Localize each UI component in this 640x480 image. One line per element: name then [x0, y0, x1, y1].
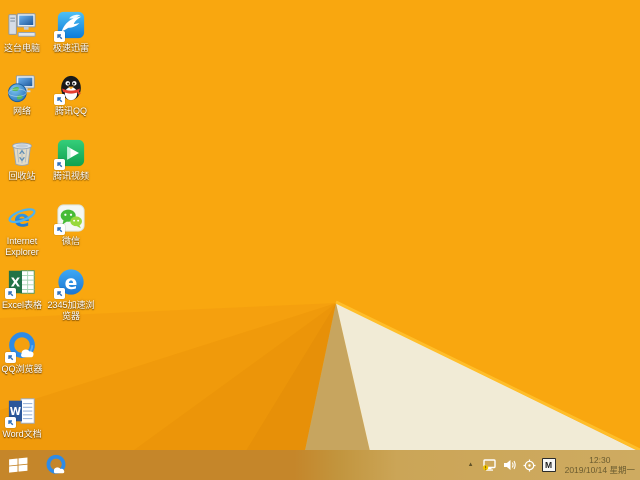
shortcut-arrow-icon [5, 288, 16, 299]
shortcut-arrow-icon [5, 417, 16, 428]
2345-browser-icon: e [54, 267, 86, 299]
shortcut-arrow-icon [54, 288, 65, 299]
excel-icon: X [5, 267, 37, 299]
internet-explorer-icon: e [7, 203, 37, 233]
desktop-icon-label: 腾讯QQ [54, 106, 87, 116]
qq-browser-icon [46, 454, 66, 474]
system-tray: ▲ M 12:30 2019/10/14 星期一 [466, 450, 640, 480]
tray-app-target-icon[interactable] [523, 459, 536, 472]
svg-text:e: e [65, 273, 78, 294]
tencent-video-icon [54, 138, 86, 170]
wechat-icon [54, 203, 86, 235]
clock-date: 2019/10/14 星期一 [564, 465, 635, 475]
recycle-bin-icon [7, 138, 37, 168]
shortcut-arrow-icon [5, 352, 16, 363]
volume-icon[interactable] [503, 459, 517, 471]
this-pc-icon [7, 10, 37, 40]
desktop-icon-label: 2345加速浏览器 [47, 300, 95, 321]
screen: 这台电脑 极速迅雷 网络 腾讯QQ 回收站 腾讯视频 e Internet Ex… [0, 0, 640, 480]
desktop-icon-label: 腾讯视频 [52, 171, 89, 181]
taskbar-qq-browser-button[interactable] [40, 450, 72, 480]
word-icon: W [5, 396, 37, 428]
desktop-icon-xunlei-speed[interactable]: 极速迅雷 [43, 10, 99, 54]
desktop-icon-label: 微信 [61, 236, 80, 246]
network-icon [7, 73, 37, 103]
show-hidden-icons-button[interactable]: ▲ [466, 460, 476, 470]
taskbar: ▲ M 12:30 2019/10/14 星期一 [0, 450, 640, 480]
desktop-icon-2345-browser[interactable]: e 2345加速浏览器 [43, 267, 99, 321]
windows-logo-icon [8, 457, 27, 473]
shortcut-arrow-icon [54, 31, 65, 42]
shortcut-arrow-icon [54, 94, 65, 105]
start-button[interactable] [2, 450, 34, 480]
desktop-icon-tencent-qq[interactable]: 腾讯QQ [43, 73, 99, 117]
desktop-icon-tencent-video[interactable]: 腾讯视频 [43, 138, 99, 182]
qq-penguin-icon [54, 73, 86, 105]
xunlei-icon [54, 10, 86, 42]
desktop-icon-label: 极速迅雷 [52, 43, 89, 53]
shortcut-arrow-icon [54, 224, 65, 235]
ime-indicator[interactable]: M [541, 458, 556, 472]
clock[interactable]: 12:30 2019/10/14 星期一 [565, 455, 635, 475]
desktop-icon-qq-browser[interactable]: QQ浏览器 [0, 331, 50, 375]
network-status-icon[interactable] [482, 458, 497, 472]
qq-browser-icon [5, 331, 37, 363]
clock-time: 12:30 [589, 455, 611, 465]
shortcut-arrow-icon [54, 159, 65, 170]
desktop-icon-label: QQ浏览器 [1, 364, 43, 374]
desktop-icon-label: Word文档 [2, 429, 42, 439]
desktop-icon-wechat[interactable]: 微信 [43, 203, 99, 247]
desktop-icon-word[interactable]: W Word文档 [0, 396, 50, 440]
